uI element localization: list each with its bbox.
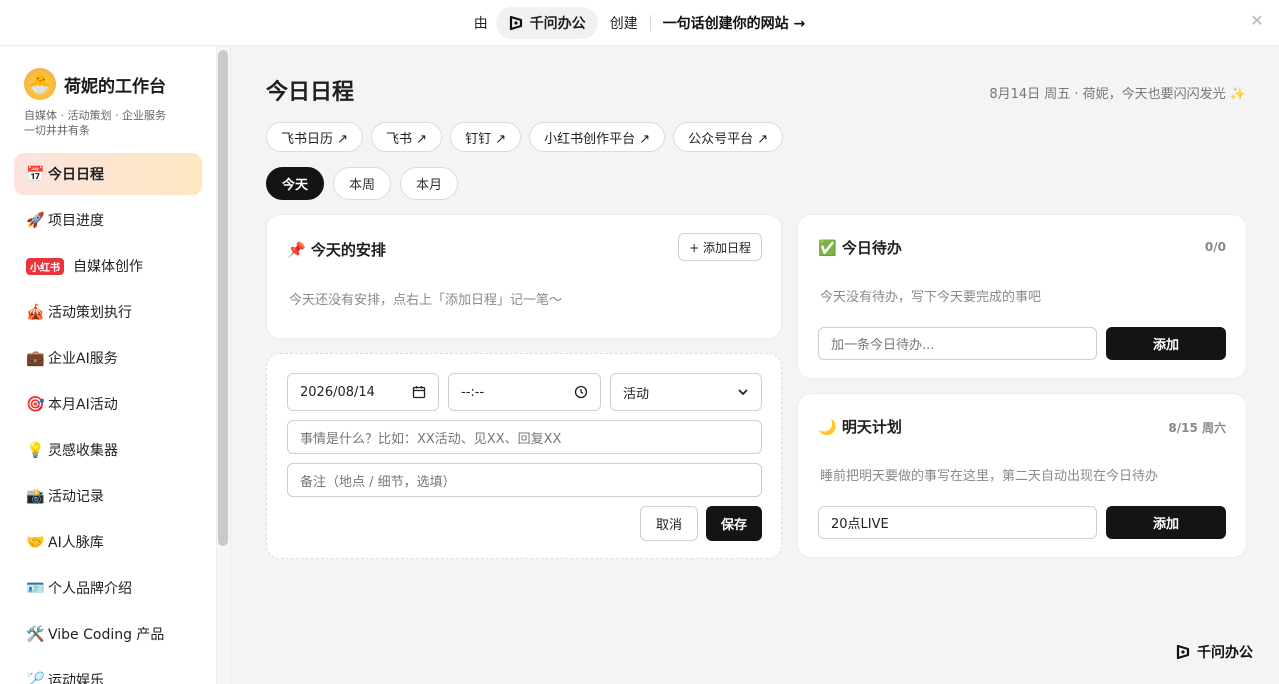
tab-today[interactable]: 今天 <box>266 167 325 200</box>
add-todo-button[interactable]: 添加 <box>1106 327 1226 360</box>
workspace-tagline: 一切井井有条 <box>24 124 90 137</box>
sidebar-item-label: 今日日程 <box>48 167 104 183</box>
sidebar-item-enterprise-ai[interactable]: 💼 企业AI服务 <box>14 337 202 379</box>
sidebar-item-label: 灵感收集器 <box>48 443 118 459</box>
circus-tent-icon: 🎪 <box>26 303 45 321</box>
date-greeting: 8月14日 周五 · 荷妮，今天也要闪闪发光 ✨ <box>989 87 1246 102</box>
calendar-icon: 📅 <box>26 165 45 183</box>
event-title-input[interactable]: 事情是什么？比如：XX活动、见XX、回复XX <box>287 420 762 454</box>
create-website-link[interactable]: 一句话创建你的网站 → <box>663 13 806 33</box>
camera-icon: 📸 <box>26 487 45 505</box>
dingtalk-link[interactable]: 钉钉 ↗ <box>450 122 522 152</box>
sidebar-item-project-progress[interactable]: 🚀 项目进度 <box>14 199 202 241</box>
add-schedule-form: 2026/08/14 --:-- 活动 事情是什么？比如：XX活动、见XX、回复… <box>266 353 782 559</box>
tomorrow-title: 🌙 明天计划 <box>818 418 902 436</box>
calendar-picker-icon <box>412 386 426 399</box>
tomorrow-hint: 睡前把明天要做的事写在这里，第二天自动出现在今日待办 <box>820 469 1159 484</box>
xiaohongshu-badge: 小红书 <box>26 257 64 275</box>
add-schedule-button[interactable]: + 添加日程 <box>678 233 762 261</box>
schedule-title: 📌 今天的安排 <box>287 241 386 259</box>
sidebar-item-personal-brand[interactable]: 🪪 个人品牌介绍 <box>14 567 202 609</box>
sidebar-item-label: 企业AI服务 <box>48 351 118 367</box>
sidebar-item-media-creation[interactable]: 小红书 自媒体创作 <box>14 245 202 287</box>
sidebar-item-inspiration[interactable]: 💡 灵感收集器 <box>14 429 202 471</box>
sidebar-item-today-schedule[interactable]: 📅 今日日程 <box>14 153 202 195</box>
banner-create-text: 创建 <box>609 15 638 32</box>
sidebar-item-label: 自媒体创作 <box>73 259 143 275</box>
workspace-brand: 🐣 荷妮的工作台 自媒体 · 活动策划 · 企业服务 一切井井有条 <box>24 68 166 138</box>
sidebar-item-vibe-coding[interactable]: 🛠️ Vibe Coding 产品 <box>14 613 202 655</box>
sidebar-item-label: 本月AI活动 <box>48 397 118 413</box>
sidebar-item-label: 个人品牌介绍 <box>48 581 132 597</box>
qianwen-logo-icon <box>1176 644 1190 660</box>
footer-brand-label: 千问办公 <box>1197 645 1253 661</box>
workspace-subtitle: 自媒体 · 活动策划 · 企业服务 <box>24 109 166 122</box>
date-input[interactable]: 2026/08/14 <box>287 373 439 411</box>
save-button[interactable]: 保存 <box>706 506 762 541</box>
lightbulb-icon: 💡 <box>26 441 45 459</box>
event-note-input[interactable]: 备注（地点 / 细节，选填） <box>287 463 762 497</box>
range-tabs: 今天 本周 本月 <box>266 167 459 200</box>
sidebar-item-ai-network[interactable]: 🤝 AI人脉库 <box>14 521 202 563</box>
category-select[interactable]: 活动 <box>610 373 762 411</box>
qianwen-logo-icon <box>509 15 522 30</box>
todo-count: 0/0 <box>1204 240 1226 254</box>
schedule-card: 📌 今天的安排 + 添加日程 今天还没有安排，点右上「添加日程」记一笔～ <box>266 214 782 339</box>
todo-empty-text: 今天没有待办，写下今天要完成的事吧 <box>820 290 1042 305</box>
id-card-icon: 🪪 <box>26 579 45 597</box>
todo-input[interactable]: 加一条今日待办... <box>818 327 1097 360</box>
sidebar-item-label: Vibe Coding 产品 <box>48 627 165 643</box>
todo-title: ✅ 今日待办 <box>818 239 902 257</box>
sidebar-scrollbar[interactable] <box>218 50 228 546</box>
sidebar-item-label: 项目进度 <box>48 213 104 229</box>
add-tomorrow-button[interactable]: 添加 <box>1106 506 1226 539</box>
tab-this-month[interactable]: 本月 <box>400 167 459 200</box>
qianwen-brand-label: 千问办公 <box>529 15 586 32</box>
qianwen-brand-pill[interactable]: 千问办公 <box>495 6 598 39</box>
banner-divider <box>649 14 651 31</box>
date-value: 2026/08/14 <box>300 384 375 400</box>
avatar: 🐣 <box>24 68 56 100</box>
chevron-down-icon <box>738 389 748 396</box>
xiaohongshu-creator-link[interactable]: 小红书创作平台 ↗ <box>529 122 666 152</box>
sidebar-nav: 📅 今日日程 🚀 项目进度 小红书 自媒体创作 🎪 活动策划执行 💼 企业AI服… <box>14 153 202 684</box>
sidebar: 🐣 荷妮的工作台 自媒体 · 活动策划 · 企业服务 一切井井有条 📅 今日日程… <box>0 46 231 684</box>
feishu-link[interactable]: 飞书 ↗ <box>371 122 443 152</box>
footer-brand[interactable]: 千问办公 <box>1175 642 1253 662</box>
category-value: 活动 <box>623 386 650 402</box>
sidebar-item-event-planning[interactable]: 🎪 活动策划执行 <box>14 291 202 333</box>
sidebar-item-label: AI人脉库 <box>48 535 104 551</box>
tomorrow-plan-card: 🌙 明天计划 8/15 周六 睡前把明天要做的事写在这里，第二天自动出现在今日待… <box>797 393 1247 558</box>
tab-this-week[interactable]: 本周 <box>333 167 392 200</box>
top-banner: 由 千问办公 创建 一句话创建你的网站 → ✕ <box>0 0 1279 46</box>
handshake-icon: 🤝 <box>26 533 45 551</box>
sidebar-item-label: 运动娱乐 <box>48 673 104 684</box>
time-value: --:-- <box>461 384 485 400</box>
wechat-official-link[interactable]: 公众号平台 ↗ <box>673 122 784 152</box>
sidebar-item-label: 活动记录 <box>48 489 104 505</box>
tomorrow-input[interactable]: 20点LIVE <box>818 506 1097 539</box>
tomorrow-date: 8/15 周六 <box>1168 421 1226 435</box>
sidebar-item-label: 活动策划执行 <box>48 305 132 321</box>
badminton-icon: 🏸 <box>26 671 45 684</box>
workspace-title: 荷妮的工作台 <box>64 76 166 97</box>
close-icon[interactable]: ✕ <box>1249 13 1265 29</box>
tools-icon: 🛠️ <box>26 625 45 643</box>
today-todo-card: ✅ 今日待办 0/0 今天没有待办，写下今天要完成的事吧 加一条今日待办... … <box>797 214 1247 379</box>
quick-links: 飞书日历 ↗ 飞书 ↗ 钉钉 ↗ 小红书创作平台 ↗ 公众号平台 ↗ <box>266 122 784 152</box>
rocket-icon: 🚀 <box>26 211 45 229</box>
time-input[interactable]: --:-- <box>448 373 601 411</box>
target-icon: 🎯 <box>26 395 45 413</box>
clock-icon <box>574 385 588 399</box>
feishu-calendar-link[interactable]: 飞书日历 ↗ <box>266 122 364 152</box>
sidebar-item-event-records[interactable]: 📸 活动记录 <box>14 475 202 517</box>
main-content: 今日日程 8月14日 周五 · 荷妮，今天也要闪闪发光 ✨ 飞书日历 ↗ 飞书 … <box>231 46 1279 684</box>
banner-by-text: 由 <box>473 15 488 32</box>
cancel-button[interactable]: 取消 <box>640 506 698 541</box>
sidebar-item-sports[interactable]: 🏸 运动娱乐 <box>14 659 202 684</box>
briefcase-icon: 💼 <box>26 349 45 367</box>
page-title: 今日日程 <box>266 80 355 105</box>
sidebar-item-monthly-ai-events[interactable]: 🎯 本月AI活动 <box>14 383 202 425</box>
schedule-empty-text: 今天还没有安排，点右上「添加日程」记一笔～ <box>289 293 563 308</box>
